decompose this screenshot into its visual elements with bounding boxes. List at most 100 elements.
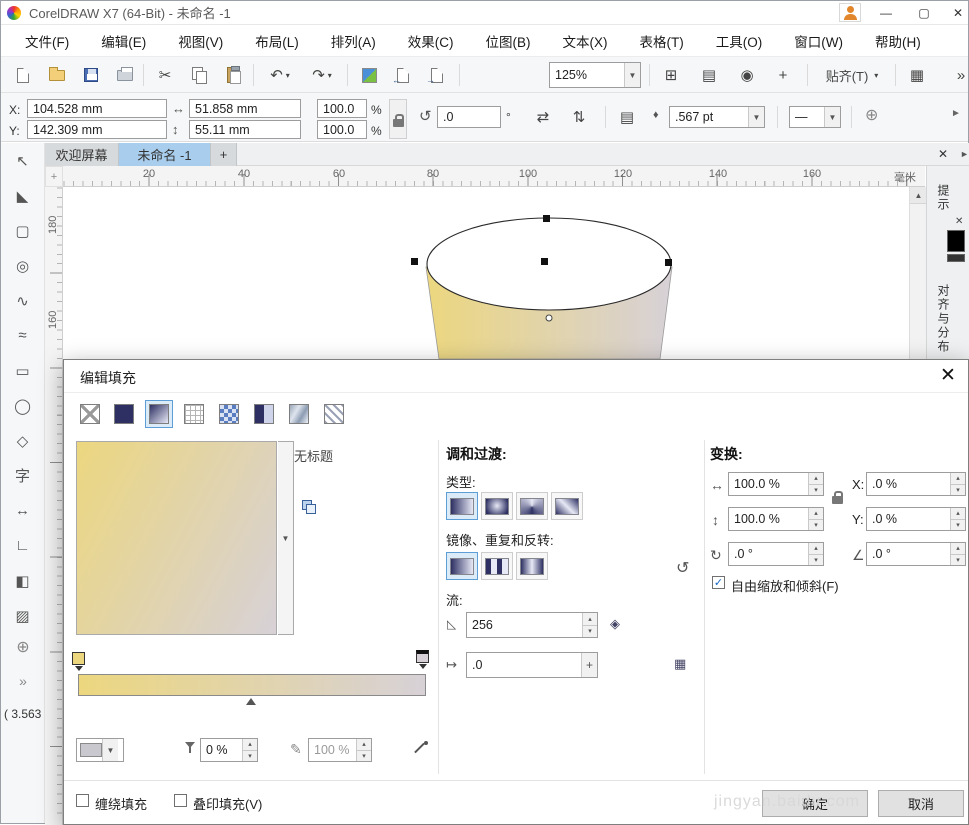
docker-tab-hints[interactable]: 提示 xyxy=(935,184,952,212)
redo-button[interactable]: ↷▾ xyxy=(303,62,341,88)
add-tool-button[interactable]: ⊕ xyxy=(1,635,45,659)
gradient-strip[interactable] xyxy=(78,674,426,696)
fill-rotate-field[interactable]: .0 ° ▴▾ xyxy=(728,542,824,566)
fill-type-texture[interactable] xyxy=(285,400,313,428)
fill-height-stepper[interactable]: ▴▾ xyxy=(808,508,823,530)
rectangle-tool[interactable]: ▭ xyxy=(1,353,44,388)
gradient-type-linear[interactable] xyxy=(446,492,478,520)
gradient-type-rectangular[interactable] xyxy=(551,492,583,520)
gradient-type-elliptical[interactable] xyxy=(481,492,513,520)
dialog-close-button[interactable]: ✕ xyxy=(936,363,960,387)
fill-type-vector-pattern[interactable] xyxy=(180,400,208,428)
gradient-type-conical[interactable] xyxy=(516,492,548,520)
interactive-fill-tool[interactable]: ◧ xyxy=(1,563,44,598)
fill-skew-field[interactable]: .0 ° ▴▾ xyxy=(866,542,966,566)
transform-lock-icon[interactable] xyxy=(832,496,843,504)
repeat-mode-default[interactable] xyxy=(446,552,478,580)
menu-tools[interactable]: 工具(O) xyxy=(700,25,779,56)
fill-x-stepper[interactable]: ▴▾ xyxy=(950,473,965,495)
text-tool[interactable]: 字 xyxy=(1,458,44,493)
fill-type-uniform[interactable] xyxy=(110,400,138,428)
close-button[interactable]: ✕ xyxy=(941,1,969,25)
node-transparency-field[interactable]: 0 % ▴▾ xyxy=(200,738,258,762)
fill-width-stepper[interactable]: ▴▾ xyxy=(808,473,823,495)
fill-type-two-color[interactable] xyxy=(250,400,278,428)
fill-y-field[interactable]: .0 % ▴▾ xyxy=(866,507,966,531)
scroll-up-button[interactable]: ▲ xyxy=(910,187,927,204)
fill-type-postscript[interactable] xyxy=(320,400,348,428)
reverse-fill-button[interactable]: ↺ xyxy=(676,558,689,578)
lock-ratio-button[interactable] xyxy=(389,99,407,139)
freehand-tool[interactable]: ∿ xyxy=(1,283,44,318)
save-button[interactable] xyxy=(77,62,105,88)
account-icon[interactable] xyxy=(839,3,861,22)
fullscreen-preview-button[interactable]: ◉ xyxy=(733,62,761,88)
menu-effects[interactable]: 效果(C) xyxy=(392,25,470,56)
gradient-stop-start[interactable] xyxy=(72,652,85,665)
export-button[interactable]: → xyxy=(423,62,451,88)
crop-tool[interactable]: ▢ xyxy=(1,213,44,248)
new-tab-button[interactable]: + xyxy=(211,143,237,166)
selection-handle-center[interactable] xyxy=(541,258,548,265)
object-node[interactable] xyxy=(546,315,552,321)
edge-pad-button[interactable]: ▦ xyxy=(674,656,686,672)
acceleration-plus-button[interactable]: + xyxy=(581,653,597,677)
pick-tool[interactable]: ↖ xyxy=(1,143,44,178)
zoom-dropdown-icon[interactable]: ▼ xyxy=(624,63,640,87)
fill-width-field[interactable]: 100.0 % ▴▾ xyxy=(728,472,824,496)
undo-button[interactable]: ↶▾ xyxy=(261,62,299,88)
edit-nodes-icon[interactable] xyxy=(302,500,316,514)
free-scale-checkbox[interactable]: ✓ xyxy=(712,576,725,589)
fill-y-stepper[interactable]: ▴▾ xyxy=(950,508,965,530)
fill-rotate-stepper[interactable]: ▴▾ xyxy=(808,543,823,565)
cancel-button[interactable]: 取消 xyxy=(878,790,964,817)
object-height-field[interactable]: 55.11 mm xyxy=(189,120,301,139)
vertical-scrollbar[interactable]: ▲ xyxy=(909,187,926,359)
propbar-overflow-button[interactable]: ► xyxy=(951,108,961,119)
menu-text[interactable]: 文本(X) xyxy=(547,25,624,56)
drawing-canvas[interactable] xyxy=(63,187,909,359)
show-rulers-button[interactable]: + xyxy=(769,62,797,88)
minimize-button[interactable]: — xyxy=(869,1,903,25)
menu-view[interactable]: 视图(V) xyxy=(162,25,239,56)
page-layout-button[interactable]: ▤ xyxy=(695,62,723,88)
artistic-media-tool[interactable]: ≈ xyxy=(1,318,44,353)
gradient-library-dropdown[interactable]: ▼ xyxy=(278,441,294,635)
cup-top-ellipse[interactable] xyxy=(427,218,671,310)
scale-x-field[interactable]: 100.0 xyxy=(317,99,367,118)
node-transparency-stepper[interactable]: ▴▾ xyxy=(242,739,257,761)
outline-width-dropdown-icon[interactable]: ▼ xyxy=(748,107,764,127)
menu-window[interactable]: 窗口(W) xyxy=(778,25,859,56)
quick-customize-button[interactable]: ⊕ xyxy=(865,105,878,125)
ellipse-tool[interactable]: ◯ xyxy=(1,388,44,423)
toolbox-overflow-button[interactable]: » xyxy=(1,669,45,693)
fill-type-none[interactable] xyxy=(76,400,104,428)
application-launcher-button[interactable]: ⊞ xyxy=(657,62,685,88)
smooth-blend-button[interactable]: ◈ xyxy=(610,616,620,632)
menu-bitmaps[interactable]: 位图(B) xyxy=(470,25,547,56)
fill-type-fountain[interactable] xyxy=(145,400,173,428)
menu-file[interactable]: 文件(F) xyxy=(9,25,85,56)
import-button[interactable]: ← xyxy=(389,62,417,88)
horizontal-ruler[interactable]: 20 40 60 80 100 120 140 160 毫米 xyxy=(63,166,925,187)
cut-button[interactable]: ✂ xyxy=(151,62,179,88)
wrap-fill-checkbox[interactable] xyxy=(76,794,89,807)
tab-untitled-document[interactable]: 未命名 -1 xyxy=(119,143,211,166)
ok-button[interactable]: 确定 xyxy=(762,790,868,817)
maximize-button[interactable]: ▢ xyxy=(907,1,941,25)
menu-table[interactable]: 表格(T) xyxy=(624,25,700,56)
node-color-dropdown-icon[interactable]: ▼ xyxy=(102,739,118,761)
palette-dark-swatch[interactable] xyxy=(947,254,965,262)
node-position-stepper[interactable]: ▴▾ xyxy=(356,739,371,761)
overprint-fill-checkbox[interactable] xyxy=(174,794,187,807)
gradient-preview[interactable] xyxy=(76,441,277,635)
line-style-combo[interactable]: — ▼ xyxy=(789,106,841,128)
ruler-origin[interactable]: + xyxy=(45,166,63,187)
mirror-vertical-button[interactable]: ⇅ xyxy=(565,104,593,130)
open-button[interactable] xyxy=(43,62,71,88)
shape-tool[interactable]: ◣ xyxy=(1,178,44,213)
scale-y-field[interactable]: 100.0 xyxy=(317,120,367,139)
print-button[interactable] xyxy=(111,62,139,88)
object-width-field[interactable]: 51.858 mm xyxy=(189,99,301,118)
zoom-tool[interactable]: ◎ xyxy=(1,248,44,283)
